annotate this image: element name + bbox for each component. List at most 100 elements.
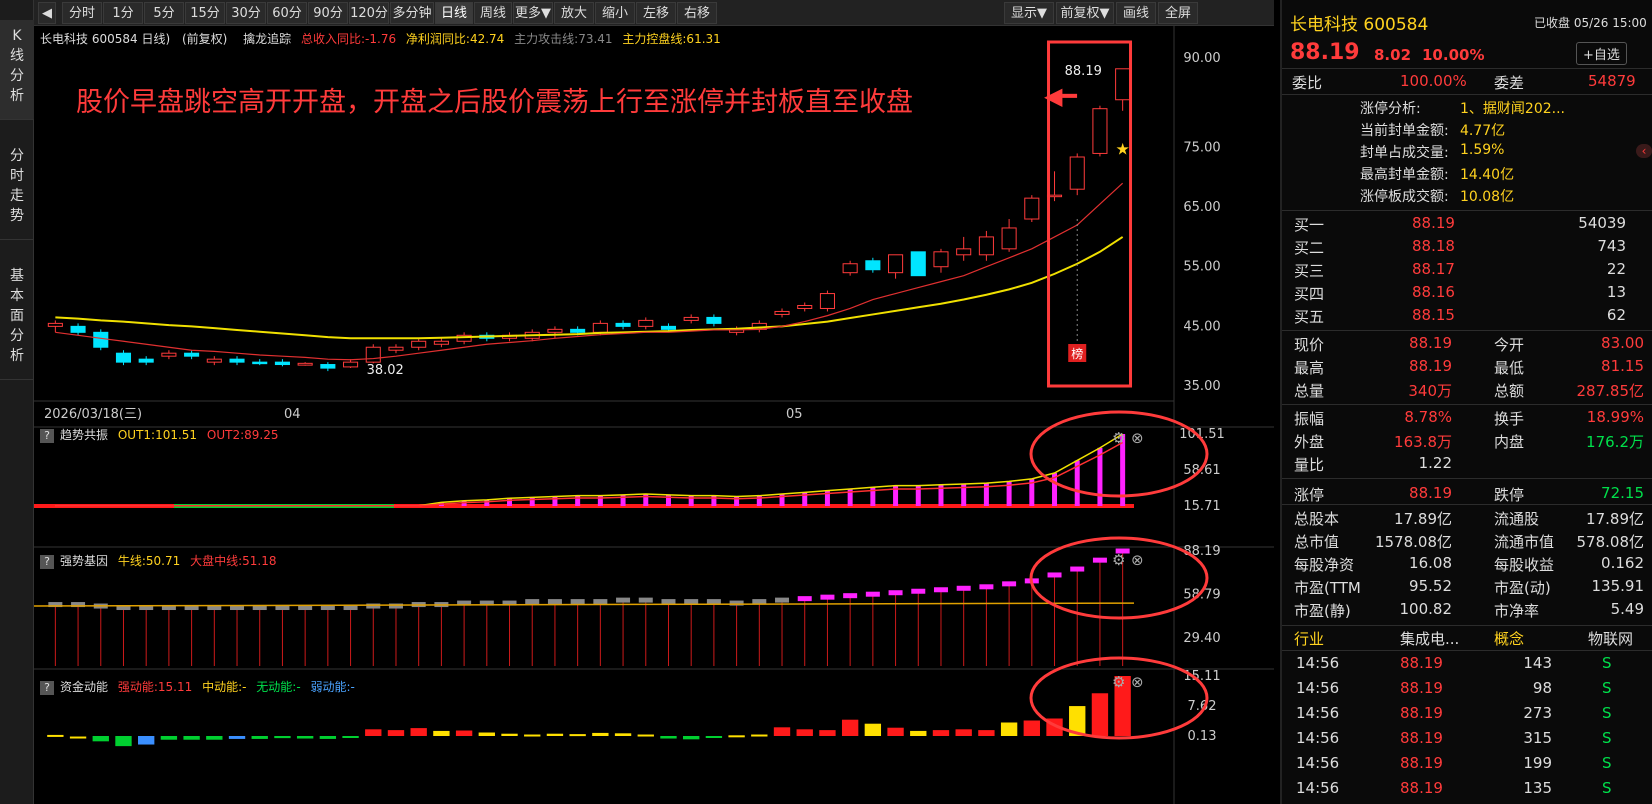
toolbar-right-item-0[interactable]: 显示▼ — [1004, 2, 1054, 24]
toolbar-right-item-1[interactable]: 前复权▼ — [1056, 2, 1114, 24]
toolbar-item-2[interactable]: 5分 — [144, 2, 184, 24]
control-line: 主力控盘线:61.31 — [622, 32, 721, 46]
p3-bar-41 — [978, 730, 995, 736]
p3-bar-34 — [819, 730, 836, 736]
zt-label-0: 涨停分析: — [1360, 101, 1421, 117]
p3-bar-43 — [1023, 720, 1040, 736]
profit-yoy: 净利润同比:42.74 — [405, 32, 505, 46]
p2-bar-45 — [1070, 566, 1085, 572]
p3-bar-4 — [138, 736, 155, 745]
toolbar-item-9[interactable]: 日线 — [435, 2, 473, 24]
tab-fundamentals[interactable]: 基 本 面 分 析 — [0, 260, 34, 380]
p2-bar-41 — [979, 584, 994, 590]
stat3-label-a-1: 总市值 — [1294, 533, 1340, 551]
candle-body-11 — [297, 362, 313, 366]
panel2-gear-icon[interactable]: ⚙ — [1112, 551, 1125, 569]
stat3-label-a-4: 市盈(静) — [1294, 602, 1351, 620]
candle-body-39 — [933, 251, 949, 268]
p3-bar-26 — [637, 734, 654, 737]
panel3-help-icon[interactable]: ? — [40, 681, 54, 695]
p3-bar-18 — [455, 730, 473, 736]
panel3-close-icon[interactable]: ⊗ — [1131, 673, 1144, 691]
chart-header: 长电科技 600584 日线) (前复权) 擒龙追踪 总收入同比:-1.76 净… — [40, 30, 721, 47]
candle-body-0 — [47, 322, 63, 327]
candle-body-1 — [70, 325, 86, 333]
toolbar-item-4[interactable]: 30分 — [226, 2, 266, 24]
tick-price-0: 88.19 — [1400, 654, 1443, 672]
p3-bar-2 — [92, 736, 109, 742]
toolbar-item-10[interactable]: 周线 — [474, 2, 512, 24]
add-favorite-button[interactable]: +自选 — [1576, 42, 1627, 65]
p1-bar-19 — [484, 499, 490, 506]
toolbar-item-7[interactable]: 120分 — [349, 2, 389, 24]
panel2-name: 强势基因 — [60, 554, 109, 568]
toolbar-item-3[interactable]: 15分 — [185, 2, 225, 24]
panel1-gear-icon[interactable]: ⚙ — [1112, 429, 1125, 447]
toolbar-back-icon[interactable]: ◀ — [38, 2, 56, 24]
sep-a — [1282, 68, 1652, 69]
tab-k-line[interactable]: K 线 分 析 — [0, 20, 34, 120]
bid-label-0: 买一 — [1294, 216, 1325, 234]
panel2-help-icon[interactable]: ? — [40, 555, 54, 569]
bid-label-1: 买二 — [1294, 239, 1325, 257]
toolbar-item-12[interactable]: 放大 — [554, 2, 594, 24]
panel3-none: 无动能:- — [256, 680, 301, 694]
collapse-chevron-icon[interactable]: ‹ — [1636, 144, 1652, 158]
toolbar-right-item-3[interactable]: 全屏 — [1158, 2, 1198, 24]
stat3-value-b-1: 578.08亿 — [1576, 533, 1645, 551]
stat1-label-b-1: 最低 — [1494, 359, 1525, 377]
zt-label-4: 涨停板成交额: — [1360, 189, 1449, 205]
candle-body-12 — [320, 364, 336, 369]
p2-bar-23 — [570, 599, 585, 605]
candle-body-46 — [1092, 108, 1108, 154]
panel2-close-icon[interactable]: ⊗ — [1131, 551, 1144, 569]
stat2-label-b-0: 换手 — [1494, 410, 1525, 428]
p3-tick-0: 15.11 — [1183, 669, 1220, 684]
tick-vol-0: 143 — [1523, 654, 1552, 672]
toolbar-item-11[interactable]: 更多▼ — [513, 2, 553, 24]
p3-bar-39 — [932, 730, 950, 736]
p2-bar-28 — [684, 599, 699, 605]
toolbar-item-0[interactable]: 分时 — [62, 2, 102, 24]
candle-body-10 — [274, 361, 290, 366]
toolbar-right-item-2[interactable]: 画线 — [1116, 2, 1156, 24]
candle-body-2 — [93, 331, 109, 348]
tick-side-0: S — [1602, 654, 1612, 672]
p1-bar-29 — [711, 495, 717, 506]
panel1-help-icon[interactable]: ? — [40, 429, 54, 443]
toolbar-item-15[interactable]: 右移 — [677, 2, 717, 24]
panel3-name: 资金动能 — [60, 680, 109, 694]
bid-vol-1: 743 — [1597, 237, 1626, 255]
price-tick-3: 55.00 — [1183, 260, 1220, 275]
toolbar-item-5[interactable]: 60分 — [267, 2, 307, 24]
bid-vol-0: 54039 — [1578, 214, 1626, 232]
stat3-value-a-3: 95.52 — [1409, 577, 1452, 595]
stat1-label-a-2: 总量 — [1294, 382, 1325, 400]
tick-time-3: 14:56 — [1296, 729, 1340, 747]
zt-value-4: 10.08亿 — [1460, 189, 1515, 205]
bid-price-4: 88.15 — [1412, 306, 1455, 324]
panel3-gear-icon[interactable]: ⚙ — [1112, 673, 1125, 691]
candle-body-5 — [161, 352, 177, 357]
tab-intraday[interactable]: 分 时 走 势 — [0, 140, 34, 240]
tick-vol-5: 135 — [1523, 779, 1552, 797]
p3-bar-15 — [387, 730, 405, 736]
toolbar-item-6[interactable]: 90分 — [308, 2, 348, 24]
panel1-close-icon[interactable]: ⊗ — [1131, 429, 1144, 447]
stat3-value-b-2: 0.162 — [1601, 554, 1644, 572]
candle-body-23 — [570, 328, 586, 333]
toolbar-item-8[interactable]: 多分钟 — [390, 2, 434, 24]
toolbar-item-1[interactable]: 1分 — [103, 2, 143, 24]
toolbar-item-14[interactable]: 左移 — [636, 2, 676, 24]
candle-body-47 — [1115, 68, 1131, 101]
p3-bar-11 — [296, 736, 314, 739]
stat2-label-a-1: 外盘 — [1294, 433, 1325, 451]
stat3-label-a-3: 市盈(TTM — [1294, 579, 1361, 597]
limit-value-a-0: 88.19 — [1409, 484, 1452, 502]
p1-bar-20 — [507, 498, 513, 506]
date-label-0: 2026/03/18(三) — [44, 407, 142, 422]
tick-price-5: 88.19 — [1400, 779, 1443, 797]
tick-time-0: 14:56 — [1296, 654, 1340, 672]
candle-body-33 — [797, 304, 813, 309]
toolbar-item-13[interactable]: 缩小 — [595, 2, 635, 24]
